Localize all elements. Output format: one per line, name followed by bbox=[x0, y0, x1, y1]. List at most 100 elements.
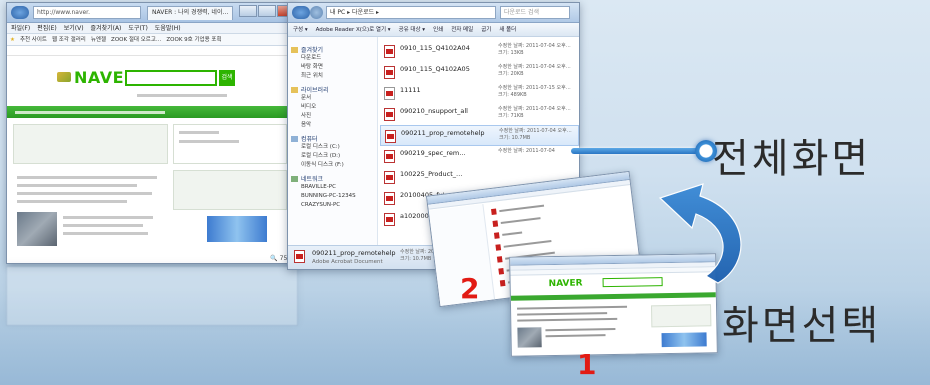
pdf-icon bbox=[384, 192, 395, 205]
select-screen-label: 화면선택 bbox=[722, 303, 882, 349]
nav-item[interactable]: CRAZYSUN-PC bbox=[301, 201, 374, 210]
menu-edit[interactable]: 편집(E) bbox=[37, 23, 57, 33]
details-file-name: 090211_prop_remotehelp bbox=[312, 249, 396, 257]
back-button[interactable] bbox=[11, 6, 29, 19]
thumbnail-text bbox=[517, 305, 628, 310]
file-size: 크기: 489KB bbox=[498, 92, 527, 98]
list-item[interactable]: 090210_nsupport_all 수정한 날짜: 2011-07-04 오후… bbox=[380, 104, 579, 125]
thumbnail-text bbox=[499, 204, 545, 213]
nav-item[interactable]: 다운로드 bbox=[301, 54, 374, 63]
nav-item[interactable]: 최근 위치 bbox=[301, 72, 374, 81]
thumbnail-photo bbox=[517, 327, 542, 348]
favorite-link[interactable]: ZOOK 9호 기업용 포획 bbox=[166, 34, 221, 45]
nav-item[interactable]: 로컬 디스크 (C:) bbox=[301, 143, 374, 152]
login-text bbox=[179, 140, 239, 143]
menu-favorites[interactable]: 즐겨찾기(A) bbox=[91, 23, 122, 33]
libraries-group[interactable]: 라이브러리 bbox=[291, 85, 374, 94]
file-meta: 수정한 날짜: 2011-07-04 bbox=[498, 148, 555, 155]
nav-item[interactable]: 바탕 화면 bbox=[301, 63, 374, 72]
menu-view[interactable]: 보기(V) bbox=[64, 23, 84, 33]
maximize-button[interactable] bbox=[258, 5, 276, 17]
browser-tab[interactable]: NAVER : 나의 경쟁력, 네이… bbox=[147, 6, 233, 20]
network-icon bbox=[291, 176, 298, 182]
ad-banner[interactable] bbox=[207, 216, 267, 242]
file-modified: 수정한 날짜: 2011-07-04 오후… bbox=[499, 128, 572, 134]
menu-bar: 파일(F) 편집(E) 보기(V) 즐겨찾기(A) 도구(T) 도움말(H) bbox=[7, 23, 297, 34]
group-label: 컴퓨터 bbox=[301, 136, 318, 143]
nav-item[interactable]: 문서 bbox=[301, 94, 374, 103]
back-button[interactable] bbox=[292, 6, 310, 19]
file-name: 0910_115_Q4102A04 bbox=[400, 44, 470, 52]
nav-item[interactable]: 사진 bbox=[301, 112, 374, 121]
file-modified: 수정한 날짜: 2011-07-15 오후… bbox=[498, 85, 571, 91]
thumbnail-side-block bbox=[651, 304, 712, 328]
favorite-link[interactable]: 뉴엔젤 bbox=[91, 34, 106, 45]
menu-help[interactable]: 도움말(H) bbox=[155, 23, 181, 33]
news-block bbox=[13, 124, 168, 164]
list-item-selected[interactable]: 090211_prop_remotehelp 수정한 날짜: 2011-07-04… bbox=[380, 125, 579, 146]
search-button[interactable]: 검색 bbox=[219, 70, 235, 86]
thumbnail-navbar bbox=[510, 292, 716, 301]
search-input[interactable] bbox=[125, 70, 217, 86]
callout-line bbox=[571, 148, 706, 154]
path-bar[interactable]: 내 PC ▸ 다운로드 ▸ bbox=[326, 6, 496, 19]
toolbar-new-folder[interactable]: 새 폴더 bbox=[499, 23, 516, 36]
toolbar-organize[interactable]: 구성 ▾ bbox=[293, 23, 308, 36]
toolbar-email[interactable]: 전자 메일 bbox=[451, 23, 473, 36]
step-number-1: 1 bbox=[577, 348, 597, 381]
file-size: 크기: 71KB bbox=[498, 113, 524, 119]
menu-file[interactable]: 파일(F) bbox=[11, 23, 30, 33]
content-line bbox=[17, 200, 127, 203]
file-name: 090219_spec_rem… bbox=[400, 149, 466, 157]
favorite-link[interactable]: 웹 조각 갤러리 bbox=[52, 34, 86, 45]
login-block bbox=[173, 124, 287, 164]
nav-item[interactable]: 음악 bbox=[301, 121, 374, 130]
browser-window[interactable]: http://www.naver. NAVER : 나의 경쟁력, 네이… 파일… bbox=[6, 2, 298, 264]
file-modified: 수정한 날짜: 2011-07-04 bbox=[498, 148, 555, 154]
network-group[interactable]: 네트워크 bbox=[291, 174, 374, 183]
nav-item[interactable]: 로컬 디스크 (D:) bbox=[301, 152, 374, 161]
content-line bbox=[63, 216, 153, 219]
favorites-group[interactable]: 즐겨찾기 bbox=[291, 45, 374, 54]
nav-item[interactable]: BUNNING-PC-1234S bbox=[301, 192, 374, 201]
file-size: 크기: 13KB bbox=[498, 50, 524, 56]
toolbar-open-with[interactable]: Adobe Reader X(으)로 열기 ▾ bbox=[316, 23, 391, 36]
explorer-search-input[interactable]: 다운로드 검색 bbox=[500, 6, 570, 19]
file-name: 100225_Product_… bbox=[400, 170, 463, 178]
computer-group[interactable]: 컴퓨터 bbox=[291, 134, 374, 143]
minimize-button[interactable] bbox=[239, 5, 257, 17]
file-size: 크기: 20KB bbox=[498, 71, 524, 77]
list-item[interactable]: 0910_115_Q4102A04 수정한 날짜: 2011-07-04 오후… 크… bbox=[380, 41, 579, 62]
menu-tools[interactable]: 도구(T) bbox=[128, 23, 147, 33]
toolbar-share[interactable]: 공유 대상 ▾ bbox=[399, 23, 426, 36]
nav-item[interactable]: 이동식 디스크 (F:) bbox=[301, 161, 374, 170]
thumbnail-text bbox=[503, 239, 552, 248]
content-line bbox=[17, 176, 157, 179]
thumbnail-text bbox=[545, 334, 606, 338]
toolbar-burn[interactable]: 굽기 bbox=[481, 23, 491, 36]
nav-item[interactable]: BRAVILLE-PC bbox=[301, 183, 374, 192]
thumbnail-naver-logo: NAVER bbox=[548, 278, 583, 290]
favorite-link[interactable]: 추천 사이트 bbox=[20, 34, 47, 45]
thumbnail-text bbox=[500, 217, 541, 224]
pdf-icon bbox=[499, 279, 506, 287]
login-text bbox=[179, 131, 219, 134]
toolbar-print[interactable]: 인쇄 bbox=[433, 23, 443, 36]
list-item[interactable]: 11111 수정한 날짜: 2011-07-15 오후… 크기: 489KB bbox=[380, 83, 579, 104]
list-item[interactable]: 090219_spec_rem… 수정한 날짜: 2011-07-04 bbox=[380, 146, 579, 167]
forward-button[interactable] bbox=[310, 6, 323, 19]
computer-icon bbox=[291, 136, 298, 142]
news-photo[interactable] bbox=[17, 212, 57, 246]
address-bar[interactable]: http://www.naver. bbox=[33, 6, 141, 19]
star-icon: ★ bbox=[10, 37, 15, 43]
group-label: 즐겨찾기 bbox=[301, 47, 324, 54]
file-modified: 수정한 날짜: 2011-07-04 오후… bbox=[498, 64, 571, 70]
thumbnail-text bbox=[517, 317, 618, 322]
nav-item[interactable]: 비디오 bbox=[301, 103, 374, 112]
thumbnail-text bbox=[502, 231, 523, 236]
pdf-icon bbox=[384, 66, 395, 79]
nav-links bbox=[15, 111, 165, 114]
list-item[interactable]: 0910_115_Q4102A05 수정한 날짜: 2011-07-04 오후… 크… bbox=[380, 62, 579, 83]
favorite-link[interactable]: ZOOK 절대 오르고… bbox=[111, 34, 161, 45]
pdf-icon bbox=[384, 150, 395, 163]
